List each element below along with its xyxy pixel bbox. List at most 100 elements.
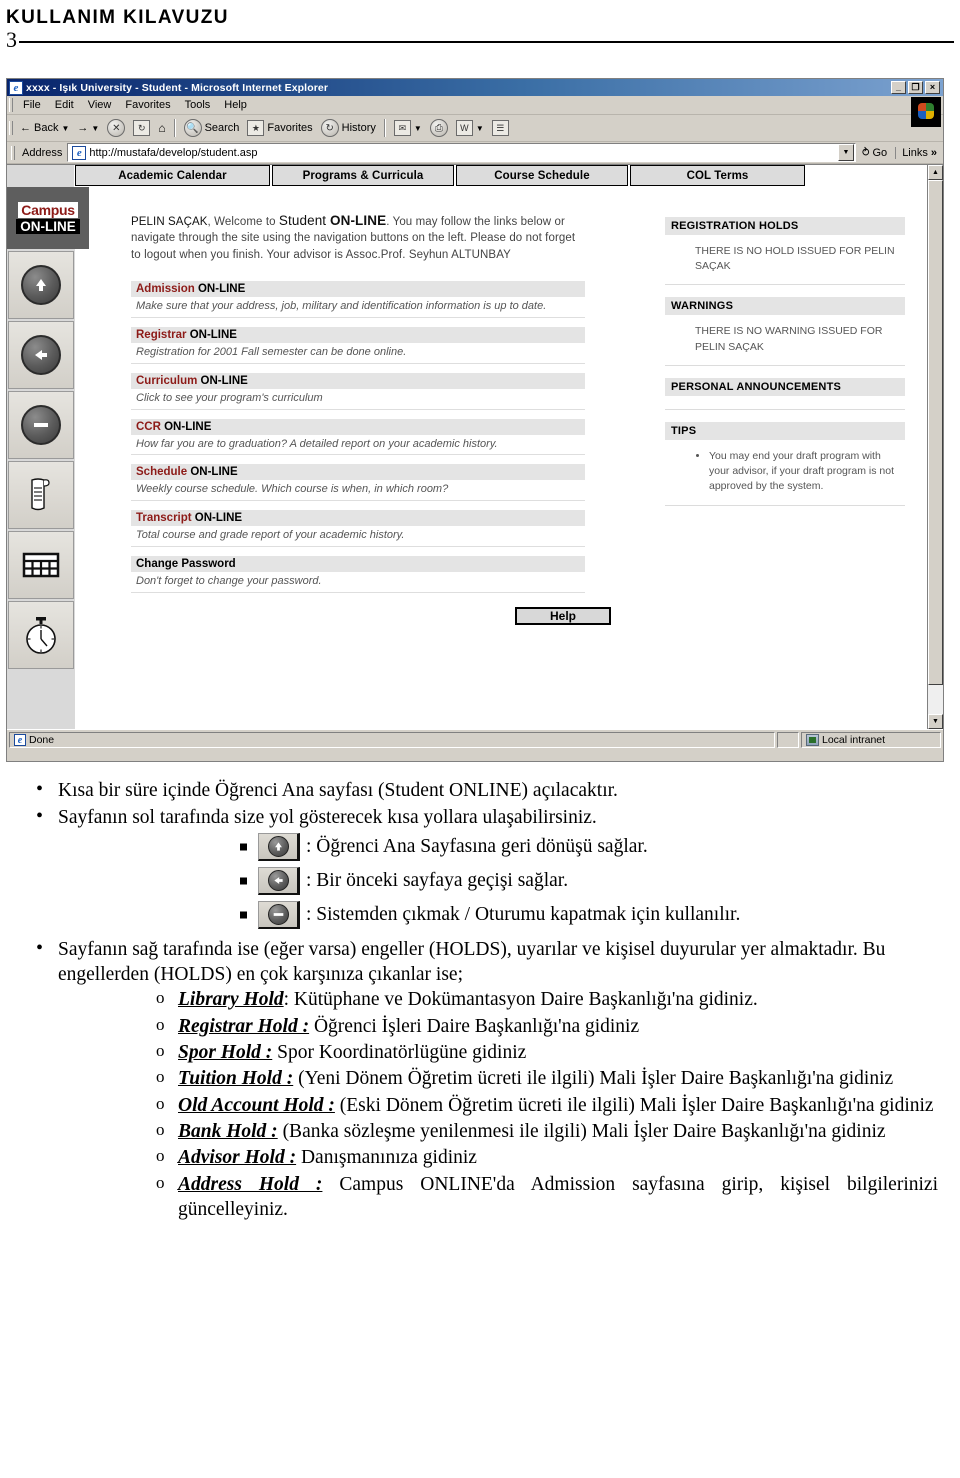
go-button[interactable]: ⥁ Go: [856, 146, 893, 160]
list-item[interactable]: Schedule ON-LINE Weekly course schedule.…: [131, 464, 585, 502]
window-title: xxxx - Işık University - Student - Micro…: [26, 81, 329, 94]
address-dropdown-icon[interactable]: ▼: [837, 144, 854, 161]
scrollbar-track[interactable]: [928, 180, 943, 714]
link-heading-rest: ON-LINE: [160, 420, 212, 433]
scroll-document-icon: [24, 477, 58, 513]
link-heading[interactable]: CCR ON-LINE: [131, 418, 585, 435]
address-input[interactable]: http://mustafa/develop/student.asp ▼: [67, 143, 856, 162]
link-heading[interactable]: Schedule ON-LINE: [131, 464, 585, 481]
refresh-button[interactable]: ↻: [129, 119, 154, 137]
toolbar-grip-handle[interactable]: [9, 121, 13, 135]
list-item: : Sistemden çıkmak / Oturumu kapatmak iç…: [258, 900, 948, 929]
scrollbar-thumb[interactable]: [928, 180, 943, 685]
forward-button[interactable]: → ▼: [73, 121, 103, 135]
sidebar-schedule-button[interactable]: [8, 531, 74, 599]
hold-text: Öğrenci İşleri Daire Başkanlığı'na gidin…: [313, 1015, 640, 1037]
sidebar-logout-button[interactable]: [8, 391, 74, 459]
link-heading-rest: ON-LINE: [194, 282, 246, 295]
restore-icon[interactable]: ❐: [908, 81, 923, 94]
link-heading[interactable]: Curriculum ON-LINE: [131, 372, 585, 389]
scroll-down-icon[interactable]: ▼: [928, 714, 943, 729]
toolbar-separator: [383, 119, 386, 137]
address-grip-handle[interactable]: [11, 145, 15, 160]
list-item[interactable]: Curriculum ON-LINE Click to see your pro…: [131, 372, 585, 410]
menu-item-tools[interactable]: Tools: [178, 98, 218, 112]
vertical-scrollbar[interactable]: ▲ ▼: [927, 165, 943, 729]
close-icon[interactable]: ×: [925, 81, 940, 94]
link-heading[interactable]: Admission ON-LINE: [131, 280, 585, 297]
tab-academic-calendar[interactable]: Academic Calendar: [75, 165, 270, 186]
discussions-button[interactable]: ☰: [488, 119, 513, 137]
panel-body: THERE IS NO HOLD ISSUED FOR PELIN SAÇAK: [665, 235, 905, 286]
edit-with-word-button[interactable]: W ▼: [452, 119, 488, 137]
menu-item-help[interactable]: Help: [217, 98, 254, 112]
menu-item-edit[interactable]: Edit: [48, 98, 81, 112]
print-button[interactable]: ⎙: [426, 118, 452, 138]
back-button-label: Back: [34, 122, 59, 134]
list-item: Address Hold : Campus ONLINE'da Admissio…: [156, 1172, 938, 1223]
link-heading[interactable]: Transcript ON-LINE: [131, 510, 585, 527]
menu-grip-handle[interactable]: [9, 98, 13, 112]
security-zone: Local intranet: [801, 731, 941, 748]
favorites-button[interactable]: ★ Favorites: [243, 119, 316, 137]
list-item[interactable]: CCR ON-LINE How far you are to graduatio…: [131, 418, 585, 456]
tips-panel: TIPS You may end your draft program with…: [665, 421, 905, 506]
holds-list: Library Hold: Kütüphane ve Dokümantasyon…: [58, 987, 948, 1222]
site-main-column: PELIN SAÇAK, Welcome to Student ON-LINE.…: [83, 191, 659, 729]
sidebar-back-button[interactable]: [8, 321, 74, 389]
scroll-up-icon[interactable]: ▲: [928, 165, 943, 180]
list-item-label: Sayfanın sol tarafında size yol gösterec…: [58, 807, 597, 829]
welcome-message: PELIN SAÇAK, Welcome to Student ON-LINE.…: [131, 211, 586, 263]
tab-programs-curricula[interactable]: Programs & Curricula: [272, 165, 454, 186]
link-heading[interactable]: Change Password: [131, 556, 585, 573]
tips-list: You may end your draft program with your…: [695, 449, 899, 495]
menu-item-view[interactable]: View: [81, 98, 119, 112]
status-message: Done: [9, 731, 775, 748]
panel-body: THERE IS NO WARNING ISSUED FOR PELIN SAÇ…: [665, 315, 905, 366]
hold-text: Spor Koordinatörlügüne gidiniz: [277, 1042, 527, 1064]
history-button-label: History: [341, 122, 376, 134]
chevron-down-icon[interactable]: ▼: [61, 124, 69, 133]
help-button[interactable]: Help: [515, 606, 611, 625]
sidebar-home-button[interactable]: [8, 251, 74, 319]
tab-col-terms[interactable]: COL Terms: [630, 165, 805, 186]
history-icon: ↻: [320, 119, 339, 137]
list-item[interactable]: Change Password Don't forget to change y…: [131, 556, 585, 593]
sidebar-clock-button[interactable]: [8, 601, 74, 669]
list-item[interactable]: Registrar ON-LINE Registration for 2001 …: [131, 326, 585, 364]
sidebar-transcript-button[interactable]: [8, 461, 74, 529]
list-item[interactable]: Transcript ON-LINE Total course and grad…: [131, 510, 585, 548]
list-item: Bank Hold : (Banka sözleşme yenilenmesi …: [156, 1119, 938, 1144]
search-button[interactable]: 🔍 Search: [180, 118, 244, 138]
menu-item-favorites[interactable]: Favorites: [118, 98, 177, 112]
hold-label: Bank Hold :: [178, 1121, 278, 1143]
window-controls: _ ❐ ×: [891, 81, 941, 94]
mail-button[interactable]: ✉ ▼: [390, 119, 426, 137]
stop-button[interactable]: ✕: [103, 118, 129, 138]
link-heading[interactable]: Registrar ON-LINE: [131, 326, 585, 343]
web-page: Academic Calendar Programs & Curricula C…: [7, 165, 927, 729]
chevron-down-icon[interactable]: ▼: [414, 124, 422, 133]
chevron-down-icon[interactable]: ▼: [91, 124, 99, 133]
menu-item-file[interactable]: File: [16, 98, 48, 112]
list-item[interactable]: Admission ON-LINE Make sure that your ad…: [131, 280, 585, 318]
home-button[interactable]: ⌂: [154, 120, 169, 136]
tab-course-schedule[interactable]: Course Schedule: [456, 165, 628, 186]
hold-text: (Eski Dönem Öğretim ücreti ile ilgili) M…: [339, 1094, 934, 1116]
search-icon: 🔍: [183, 119, 202, 137]
history-button[interactable]: ↻ History: [317, 118, 380, 138]
links-button[interactable]: Links »: [895, 146, 941, 159]
hold-label: Old Account Hold :: [178, 1094, 335, 1116]
minimize-icon[interactable]: _: [891, 81, 906, 94]
hold-label: Registrar Hold :: [178, 1015, 310, 1037]
browser-toolbar: ← Back ▼ → ▼ ✕ ↻ ⌂ 🔍 Search ★ Favorites …: [7, 115, 943, 142]
chevron-down-icon[interactable]: ▼: [476, 124, 484, 133]
browser-status-bar: Done Local intranet: [7, 729, 943, 749]
back-button-thumbnail: [258, 866, 300, 895]
arrow-left-icon: ←: [20, 122, 31, 134]
browser-titlebar: xxxx - Işık University - Student - Micro…: [7, 79, 943, 96]
hold-text: Kütüphane ve Dokümantasyon Daire Başkanl…: [293, 989, 758, 1011]
site-sidebar: Campus ON-LINE: [7, 187, 89, 729]
back-button[interactable]: ← Back ▼: [16, 121, 73, 135]
link-heading-highlight: Schedule: [136, 466, 188, 479]
